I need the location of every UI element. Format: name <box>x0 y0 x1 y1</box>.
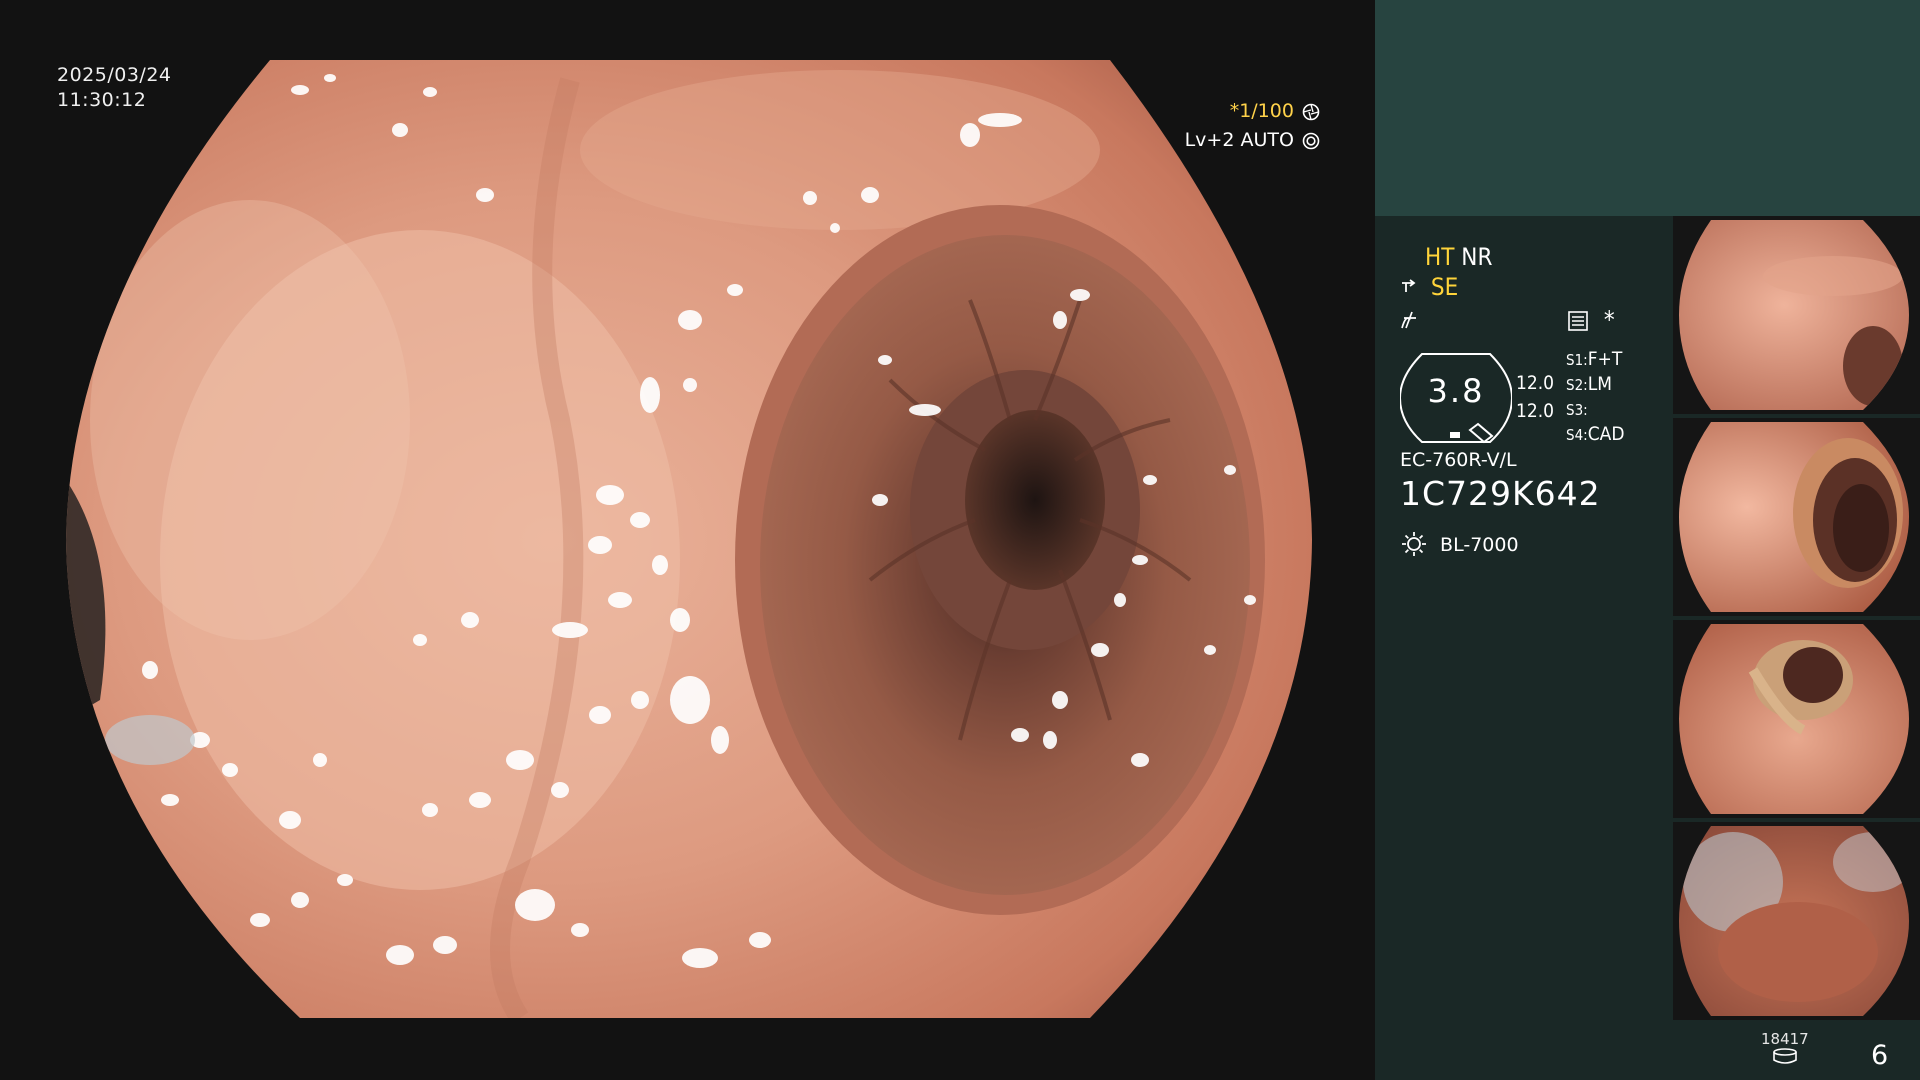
light-bulb-icon <box>1402 532 1426 556</box>
thumbnail-image <box>1679 826 1909 1016</box>
light-source-row: BL-7000 <box>1400 530 1519 558</box>
menu-icon[interactable] <box>1567 310 1589 332</box>
se-label: SE <box>1430 273 1459 301</box>
scope-model: EC-760R-V/L <box>1400 449 1517 471</box>
side-panel: HT NR SE * 3.8 12.0 12.0 S1:F+T S2:LM S3… <box>1375 0 1920 1080</box>
iris-row: Lv+2 AUTO <box>1170 126 1320 155</box>
mode-star: * <box>1603 306 1615 334</box>
ht-nr-row: HT NR <box>1425 243 1492 271</box>
iris-mode: AUTO <box>1240 129 1294 151</box>
scope-tip-icon <box>1402 279 1416 292</box>
nr-label: NR <box>1461 243 1493 271</box>
s4-label: S4: <box>1566 426 1588 444</box>
shutter-row: *1/100 <box>1170 97 1320 126</box>
thumbnail-image <box>1679 624 1909 814</box>
enhance-row <box>1400 308 1420 336</box>
thumbnail-2[interactable] <box>1673 418 1920 616</box>
capture-index: 6 <box>1871 1040 1889 1071</box>
s1-label: S1: <box>1566 351 1588 369</box>
exposure-status: *1/100 Lv+2 AUTO <box>1170 97 1320 155</box>
s3-label: S3: <box>1566 401 1588 419</box>
panel-header <box>1375 0 1920 216</box>
exam-date: 2025/03/24 <box>57 64 172 86</box>
storage-icon <box>1773 1048 1797 1064</box>
thumbnail-image <box>1679 422 1909 612</box>
image-counter: 18417 <box>1761 1030 1809 1068</box>
image-counter-value: 18417 <box>1761 1030 1809 1048</box>
endoscopic-image <box>66 60 1312 1018</box>
s2-row: S2:LM <box>1566 373 1612 395</box>
s4-row: S4:CAD <box>1566 423 1625 445</box>
value-2: 12.0 <box>1516 400 1555 422</box>
gauge-value: 3.8 <box>1427 372 1485 410</box>
thumbnail-image <box>1679 220 1909 410</box>
s3-row: S3: <box>1566 398 1588 420</box>
s1-value: F+T <box>1587 348 1623 370</box>
scope-serial: 1C729K642 <box>1400 474 1601 513</box>
light-source-label: BL-7000 <box>1440 534 1519 556</box>
endoscope-view-area: 2025/03/24 11:30:12 *1/100 Lv+2 AUTO <box>0 0 1375 1080</box>
processor-settings: HT NR SE * 3.8 12.0 12.0 S1:F+T S2:LM S3… <box>1375 216 1670 1080</box>
datetime: 2025/03/24 11:30:12 <box>57 63 172 113</box>
s2-value: LM <box>1587 373 1612 395</box>
exam-time: 11:30:12 <box>57 89 147 111</box>
gauge: 3.8 <box>1400 352 1512 444</box>
value-1: 12.0 <box>1516 372 1555 394</box>
thumbnail-1[interactable] <box>1673 216 1920 414</box>
curve-icon <box>1401 311 1416 329</box>
thumbnail-4[interactable] <box>1673 822 1920 1020</box>
s2-label: S2: <box>1566 376 1588 394</box>
s4-value: CAD <box>1587 423 1625 445</box>
aperture-icon <box>1302 103 1320 120</box>
brightness-level: Lv+2 <box>1184 129 1235 151</box>
thumbnail-3[interactable] <box>1673 620 1920 818</box>
iris-icon <box>1302 132 1320 149</box>
shutter-speed: *1/100 <box>1229 100 1294 122</box>
ht-label: HT <box>1425 243 1455 271</box>
menu-row: * <box>1567 306 1615 334</box>
capture-thumbnails <box>1670 216 1920 1020</box>
s1-row: S1:F+T <box>1566 348 1622 370</box>
se-row: SE <box>1400 273 1458 301</box>
